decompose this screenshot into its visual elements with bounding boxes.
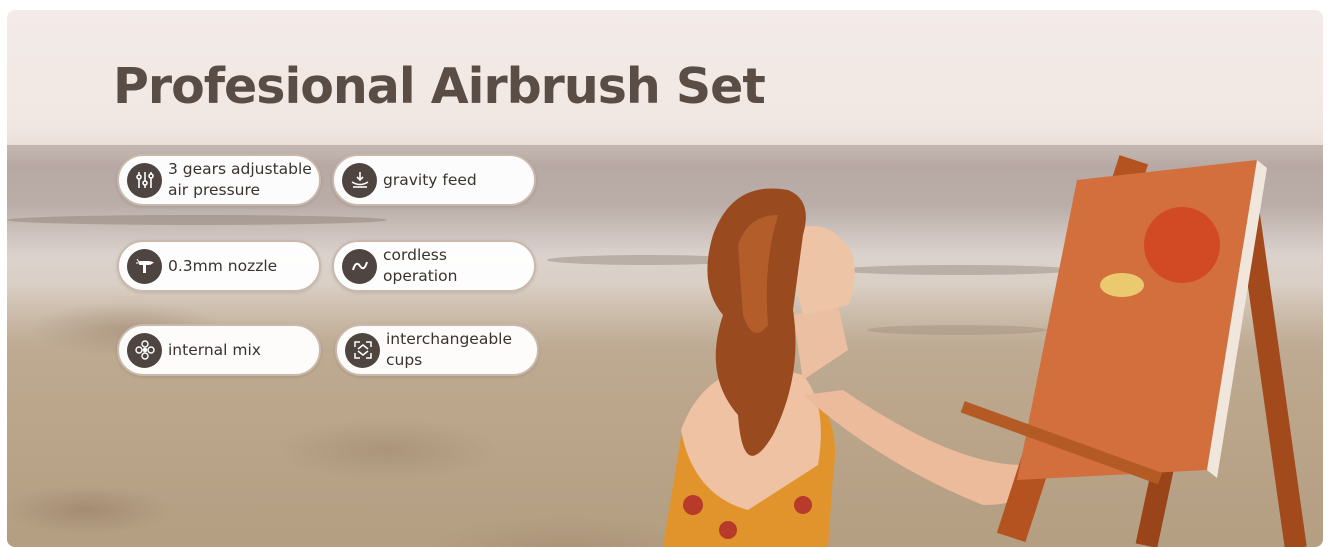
feature-label: gravity feed: [383, 170, 477, 189]
feature-label: interchangeable cups: [386, 330, 512, 369]
product-banner: Profesional Airbrush Set 3 gears adjusta…: [7, 10, 1323, 547]
gravity-feed-icon: [342, 162, 377, 198]
feature-label: cordless operation: [383, 246, 458, 285]
wave: [7, 215, 387, 225]
mix-icon: [127, 332, 162, 368]
feature-chip-internal-mix: internal mix: [117, 324, 321, 376]
wave-icon: [342, 248, 377, 284]
feature-chip-interchangeable-cups: interchangeable cups: [335, 324, 539, 376]
sliders-icon: [127, 162, 162, 198]
page-title: Profesional Airbrush Set: [113, 58, 766, 115]
feature-label: 0.3mm nozzle: [168, 256, 278, 275]
feature-chip-gravity-feed: gravity feed: [332, 154, 536, 206]
feature-chip-cordless: cordless operation: [332, 240, 536, 292]
airbrush-nozzle-icon: [127, 248, 162, 284]
swap-icon: [345, 332, 380, 368]
easel-canvas-illustration: [960, 155, 1307, 547]
feature-label: internal mix: [168, 340, 261, 359]
feature-chip-air-pressure: 3 gears adjustable air pressure: [117, 154, 321, 206]
feature-label: 3 gears adjustable air pressure: [168, 160, 312, 199]
feature-chip-nozzle: 0.3mm nozzle: [117, 240, 321, 292]
